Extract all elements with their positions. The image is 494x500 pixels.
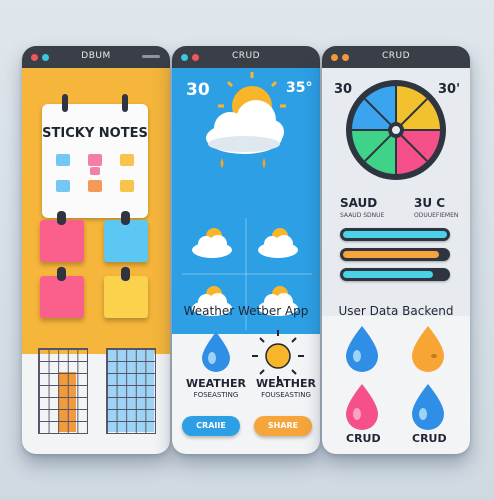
progress-bar[interactable] (340, 228, 450, 241)
crud-label: CRUD (346, 432, 381, 445)
sun-icon (252, 330, 304, 382)
title-bar: CRUD (172, 46, 320, 68)
progress-fill (343, 251, 439, 258)
grid-lines (106, 348, 156, 434)
pin-icon (57, 267, 66, 281)
app-title: Weather Wetber App (183, 304, 309, 318)
sticky-board: STICKY NOTES (22, 68, 170, 354)
stat-title: SAUD (340, 196, 378, 210)
weather-app-window: CRUD 30 35° Weather Wetber App WEATHER F… (172, 46, 320, 454)
title-bar: CRUD (322, 46, 470, 68)
calendar-day[interactable] (120, 154, 134, 166)
pin-icon (57, 211, 66, 225)
feature-label: WEATHER (185, 377, 246, 390)
small-weather-icon (258, 228, 298, 258)
raindrop-icon (412, 384, 444, 430)
progress-bar[interactable] (340, 268, 450, 281)
title-bar: DBUM (22, 46, 170, 68)
sticky-note-pink[interactable] (40, 267, 84, 318)
sun-cloud-icon (206, 72, 286, 168)
sticky-note-pink[interactable] (40, 211, 84, 262)
calendar-day[interactable] (88, 180, 102, 192)
app-title: User Data Backend (338, 304, 454, 318)
raindrop-icon (346, 326, 378, 372)
binder-ring-icon (62, 94, 68, 112)
progress-bar[interactable] (340, 248, 450, 261)
progress-fill (343, 231, 447, 238)
create-button[interactable]: CRAIIE (182, 416, 240, 436)
binder-ring-icon (122, 94, 128, 112)
pie-chart[interactable] (322, 78, 470, 188)
stat-title: 3U C (414, 196, 446, 210)
dashboard-area: 30 30' SAUD SAAUD SDNUE 3U C ODUUEFIEMEN (322, 68, 470, 316)
calendar-day[interactable] (120, 180, 134, 192)
calendar-day[interactable] (56, 180, 70, 192)
menu-icon[interactable] (142, 55, 160, 58)
weather-icons (182, 72, 312, 330)
feature-sublabel: FOSEASTING (193, 391, 239, 399)
grid-chart (106, 348, 156, 434)
progress-fill (343, 271, 433, 278)
weather-forecast-area: 30 35° (172, 68, 320, 334)
small-weather-icon (192, 228, 232, 258)
stat-subtitle: SAAUD SDNUE (340, 212, 385, 219)
stat-subtitle: ODUUEFIEMEN (414, 212, 459, 219)
sticky-note-yellow[interactable] (104, 267, 148, 318)
raindrop-icon (202, 332, 230, 372)
pin-icon (121, 211, 130, 225)
calendar-card[interactable]: STICKY NOTES (42, 94, 148, 218)
calendar-day[interactable] (90, 167, 100, 175)
page-heading: STICKY NOTES (42, 126, 148, 141)
user-data-backend-window: CRUD 30 30' SAUD SAAUD SDNUE 3U C ODUUEF… (322, 46, 470, 454)
grid-lines (38, 348, 88, 434)
feature-label: WEATHER (255, 377, 316, 390)
window-title: CRUD (381, 51, 411, 61)
calendar-day[interactable] (88, 154, 102, 166)
raindrop-icon (412, 326, 444, 372)
pin-icon (121, 267, 130, 281)
raindrop-icon (346, 384, 378, 430)
share-button[interactable]: SHARE (254, 416, 312, 436)
window-title: CRUD (231, 51, 261, 61)
crud-label: CRUD (412, 432, 447, 445)
sticky-note-blue[interactable] (104, 211, 148, 262)
weather-feature-icons (202, 330, 304, 382)
grid-chart (38, 348, 88, 434)
calendar-day[interactable] (56, 154, 70, 166)
crud-drop-icons (346, 326, 444, 430)
sticky-notes-window: DBUM STICKY NOTES (22, 46, 170, 454)
feature-sublabel: FOUSEASTING (261, 391, 311, 399)
